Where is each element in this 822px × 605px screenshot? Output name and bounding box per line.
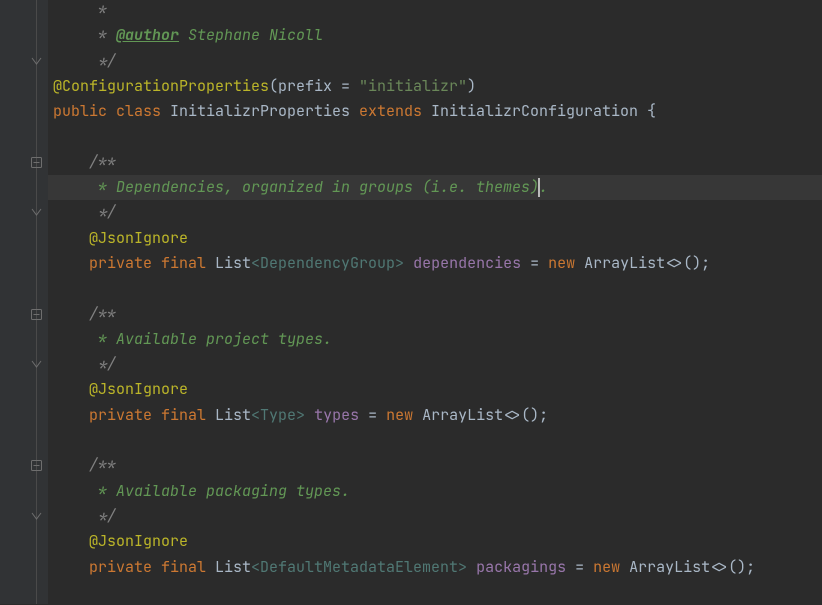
token: * [89,0,107,20]
code-line[interactable]: private final List<DependencyGroup> depe… [53,251,822,276]
token: = [359,405,386,425]
token: @JsonIgnore [89,531,188,551]
token: <DefaultMetadataElement> [251,557,467,577]
text-caret [538,178,540,197]
token: extends [359,101,431,121]
code-line[interactable] [53,580,822,605]
token [467,557,476,577]
fold-open-icon[interactable] [31,157,42,168]
fold-close-icon[interactable] [31,359,42,370]
editor-code-area[interactable]: * * @author Stephane Nicoll */ @Configura… [48,0,822,605]
token: * Available packaging types. [89,481,350,501]
code-line[interactable]: @JsonIgnore [53,226,822,251]
token: prefix = [278,76,359,96]
token: List [215,557,251,577]
code-line[interactable] [53,428,822,453]
token: new [386,405,422,425]
code-line[interactable] [53,124,822,149]
token: private final [89,405,215,425]
token: new [548,253,584,273]
token: InitializrConfiguration { [431,101,656,121]
token: = [521,253,548,273]
token: * [89,25,116,45]
token: @JsonIgnore [89,228,188,248]
token: dependencies [413,253,521,273]
token: packagings [476,557,566,577]
token: <DependencyGroup> [251,253,404,273]
code-line[interactable]: */ [53,504,822,529]
code-line[interactable]: /** [53,453,822,478]
token: public class [53,101,170,121]
code-line[interactable]: * @author Stephane Nicoll [53,23,822,48]
token: * Dependencies, organized in groups (i.e… [89,177,548,197]
token: ArrayList<>(); [629,557,755,577]
token: ArrayList<>(); [584,253,710,273]
token: @author [116,25,179,45]
code-line[interactable]: */ [53,49,822,74]
token: private final [89,253,215,273]
token: @ConfigurationProperties [53,76,269,96]
token: /** [89,304,116,324]
code-line[interactable]: */ [53,352,822,377]
code-line[interactable]: * Available packaging types. [53,479,822,504]
token: */ [89,506,116,526]
token: InitializrProperties [170,101,359,121]
token: <Type> [251,405,305,425]
code-line[interactable]: * Dependencies, organized in groups (i.e… [53,175,822,200]
code-line[interactable]: @JsonIgnore [53,529,822,554]
code-line[interactable] [53,276,822,301]
token: */ [89,354,116,374]
token: @JsonIgnore [89,379,188,399]
code-line[interactable]: private final List<Type> types = new Arr… [53,403,822,428]
code-line[interactable]: /** [53,302,822,327]
fold-close-icon[interactable] [31,207,42,218]
token: /** [89,455,116,475]
token: * Available project types. [89,329,332,349]
token: ( [269,76,278,96]
token: ArrayList<>(); [422,405,548,425]
code-line[interactable]: */ [53,200,822,225]
token [404,253,413,273]
fold-close-icon[interactable] [31,511,42,522]
code-line[interactable]: public class InitializrProperties extend… [53,99,822,124]
token: new [593,557,629,577]
token: ) [467,76,476,96]
code-line[interactable]: * Available project types. [53,327,822,352]
token: List [215,253,251,273]
fold-open-icon[interactable] [31,309,42,320]
fold-close-icon[interactable] [31,56,42,67]
token: List [215,405,251,425]
token: */ [89,51,116,71]
code-line[interactable]: /** [53,150,822,175]
code-line[interactable]: private final List<DefaultMetadataElemen… [53,555,822,580]
editor-gutter [0,0,48,604]
token: /** [89,152,116,172]
token: private final [89,557,215,577]
token: "initializr" [359,76,467,96]
code-line[interactable]: * [53,0,822,23]
token: types [314,405,359,425]
code-line[interactable]: @JsonIgnore [53,377,822,402]
token: */ [89,202,116,222]
fold-open-icon[interactable] [31,460,42,471]
token: Stephane Nicoll [179,25,323,45]
token: = [566,557,593,577]
token [305,405,314,425]
code-line[interactable]: @ConfigurationProperties(prefix = "initi… [53,74,822,99]
